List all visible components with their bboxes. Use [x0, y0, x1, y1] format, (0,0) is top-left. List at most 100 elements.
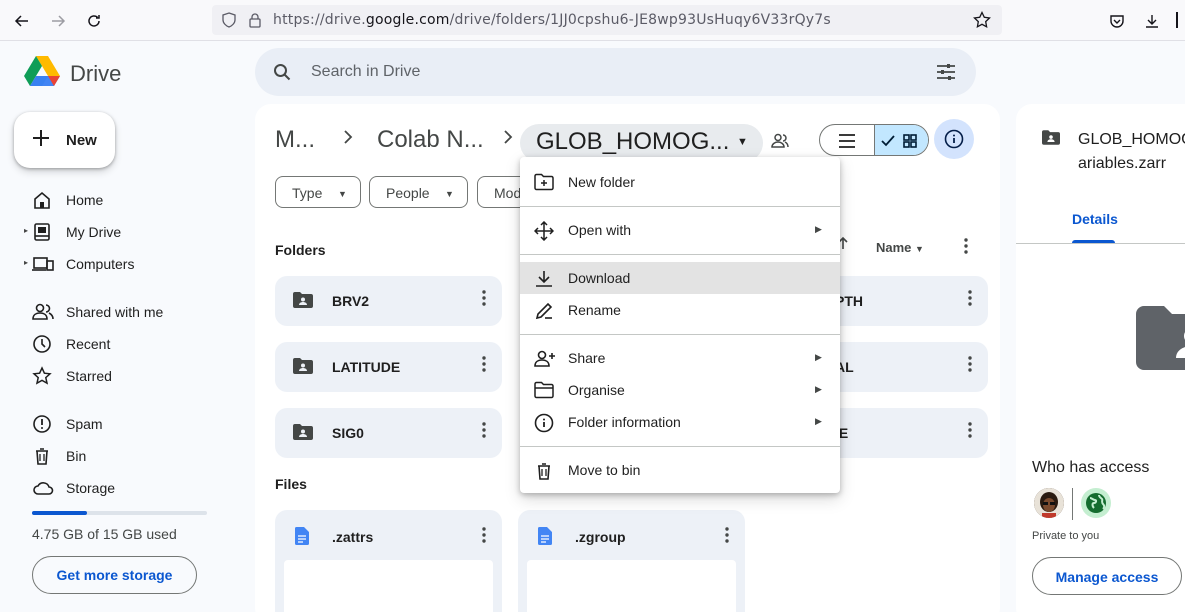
app-name[interactable]: Drive [70, 61, 121, 87]
folder-name: SIG0 [332, 425, 364, 441]
document-icon [295, 527, 309, 550]
folder-card[interactable]: SIG0 [275, 408, 502, 458]
toolbar-overflow-icon[interactable] [1176, 12, 1178, 28]
sidebar-item-label: Home [66, 192, 104, 208]
pencil-icon [534, 301, 554, 321]
list-view-button[interactable] [820, 125, 874, 155]
tab-details[interactable]: Details [1072, 211, 1118, 227]
info-icon[interactable] [934, 119, 974, 159]
sidebar-item-spam[interactable]: Spam [24, 408, 234, 440]
more-vert-icon[interactable] [482, 290, 486, 311]
more-vert-icon[interactable] [968, 290, 972, 311]
downloads-icon[interactable] [1140, 9, 1164, 33]
trash-icon [534, 461, 554, 481]
folder-name: BRV2 [332, 293, 370, 309]
move-arrows-icon [533, 220, 555, 242]
menu-item-organise[interactable]: Organise ▶ [520, 374, 840, 406]
address-bar[interactable]: https://drive.google.com/drive/folders/1… [212, 5, 1002, 35]
menu-item-label: Rename [568, 302, 621, 318]
my-drive-icon [32, 222, 52, 242]
computer-icon [32, 254, 54, 274]
manage-access-button[interactable]: Manage access [1032, 557, 1182, 595]
grid-view-button[interactable] [874, 125, 928, 155]
file-name: .zgroup [575, 529, 626, 545]
search-input[interactable]: Search in Drive [255, 48, 976, 96]
menu-item-label: Open with [568, 222, 632, 238]
sidebar-item-recent[interactable]: Recent [24, 328, 234, 360]
bookmark-star-icon[interactable] [973, 10, 991, 34]
menu-item-new-folder[interactable]: New folder [520, 166, 840, 198]
storage-progress-fill [32, 511, 88, 515]
get-more-storage-button[interactable]: Get more storage [32, 556, 197, 594]
menu-item-open-with[interactable]: Open with ▶ [520, 214, 840, 246]
sidebar-item-home[interactable]: Home [24, 184, 234, 216]
folder-card[interactable]: LATITUDE [275, 342, 502, 392]
divider [1016, 243, 1185, 244]
menu-divider [520, 206, 840, 207]
back-arrow-icon[interactable] [10, 9, 34, 33]
menu-item-folder-information[interactable]: Folder information ▶ [520, 406, 840, 438]
expand-caret-icon[interactable]: ▸ [24, 258, 28, 267]
more-vert-icon[interactable] [964, 238, 968, 259]
new-button[interactable]: New [14, 112, 115, 168]
breadcrumb-item[interactable]: Colab N... [377, 126, 484, 154]
menu-item-label: Download [568, 270, 631, 286]
sidebar-item-starred[interactable]: Starred [24, 360, 234, 392]
file-card[interactable]: .zgroup [518, 510, 745, 612]
star-icon [32, 366, 52, 386]
more-vert-icon[interactable] [968, 422, 972, 443]
menu-item-share[interactable]: Share ▶ [520, 342, 840, 374]
shared-folder-icon [293, 292, 313, 313]
document-icon [538, 527, 552, 550]
details-title-line: GLOB_HOMOG [1078, 131, 1185, 148]
details-panel: GLOB_HOMOG ariables.zarr Details Who has… [1016, 104, 1185, 612]
shared-folder-icon [293, 358, 313, 379]
menu-item-download[interactable]: Download [520, 262, 840, 294]
new-button-label: New [66, 132, 97, 149]
expand-caret-icon[interactable]: ▸ [24, 226, 28, 235]
forward-arrow-icon[interactable] [46, 9, 70, 33]
more-vert-icon[interactable] [725, 527, 729, 548]
sidebar-item-label: Starred [66, 368, 112, 384]
dropdown-caret-icon: ▼ [737, 136, 748, 148]
context-menu: New folder Open with ▶ Download Rename S… [520, 157, 840, 493]
search-icon[interactable] [273, 63, 291, 86]
more-vert-icon[interactable] [968, 356, 972, 377]
sidebar-item-bin[interactable]: Bin [24, 440, 234, 472]
lock-icon[interactable] [248, 12, 262, 33]
reload-icon[interactable] [82, 9, 106, 33]
sort-by-button[interactable]: Name ▼ [876, 240, 924, 255]
info-icon [534, 413, 554, 433]
more-vert-icon[interactable] [482, 422, 486, 443]
person-add-icon [534, 349, 555, 369]
sidebar-item-label: Shared with me [66, 304, 164, 320]
avatar[interactable] [1034, 488, 1064, 518]
sidebar-item-label: My Drive [66, 224, 122, 240]
trash-icon [32, 446, 52, 466]
plus-icon [31, 126, 51, 152]
menu-item-move-to-bin[interactable]: Move to bin [520, 454, 840, 486]
access-status-text: Private to you [1032, 530, 1100, 542]
pocket-icon[interactable] [1105, 9, 1129, 33]
submenu-arrow-icon: ▶ [815, 224, 822, 234]
filter-chip-type[interactable]: Type ▼ [275, 176, 361, 208]
browser-toolbar: https://drive.google.com/drive/folders/1… [0, 0, 1185, 41]
drive-logo-icon[interactable] [24, 55, 60, 92]
more-vert-icon[interactable] [482, 356, 486, 377]
shield-icon[interactable] [221, 12, 237, 33]
globe-icon[interactable] [1081, 488, 1111, 518]
breadcrumb-item[interactable]: M... [275, 126, 315, 154]
filter-chip-people[interactable]: People ▼ [369, 176, 468, 208]
new-folder-icon [534, 173, 554, 193]
menu-item-rename[interactable]: Rename [520, 294, 840, 326]
sidebar-item-computers[interactable]: ▸ Computers [24, 248, 234, 280]
file-card[interactable]: .zattrs [275, 510, 502, 612]
menu-divider [520, 334, 840, 335]
more-vert-icon[interactable] [482, 527, 486, 548]
sidebar-item-storage[interactable]: Storage [24, 472, 234, 504]
search-options-icon[interactable] [936, 63, 956, 86]
sidebar-item-shared-with-me[interactable]: Shared with me [24, 296, 234, 328]
sidebar-item-my-drive[interactable]: ▸ My Drive [24, 216, 234, 248]
folder-card[interactable]: BRV2 [275, 276, 502, 326]
chevron-right-icon [343, 129, 353, 150]
